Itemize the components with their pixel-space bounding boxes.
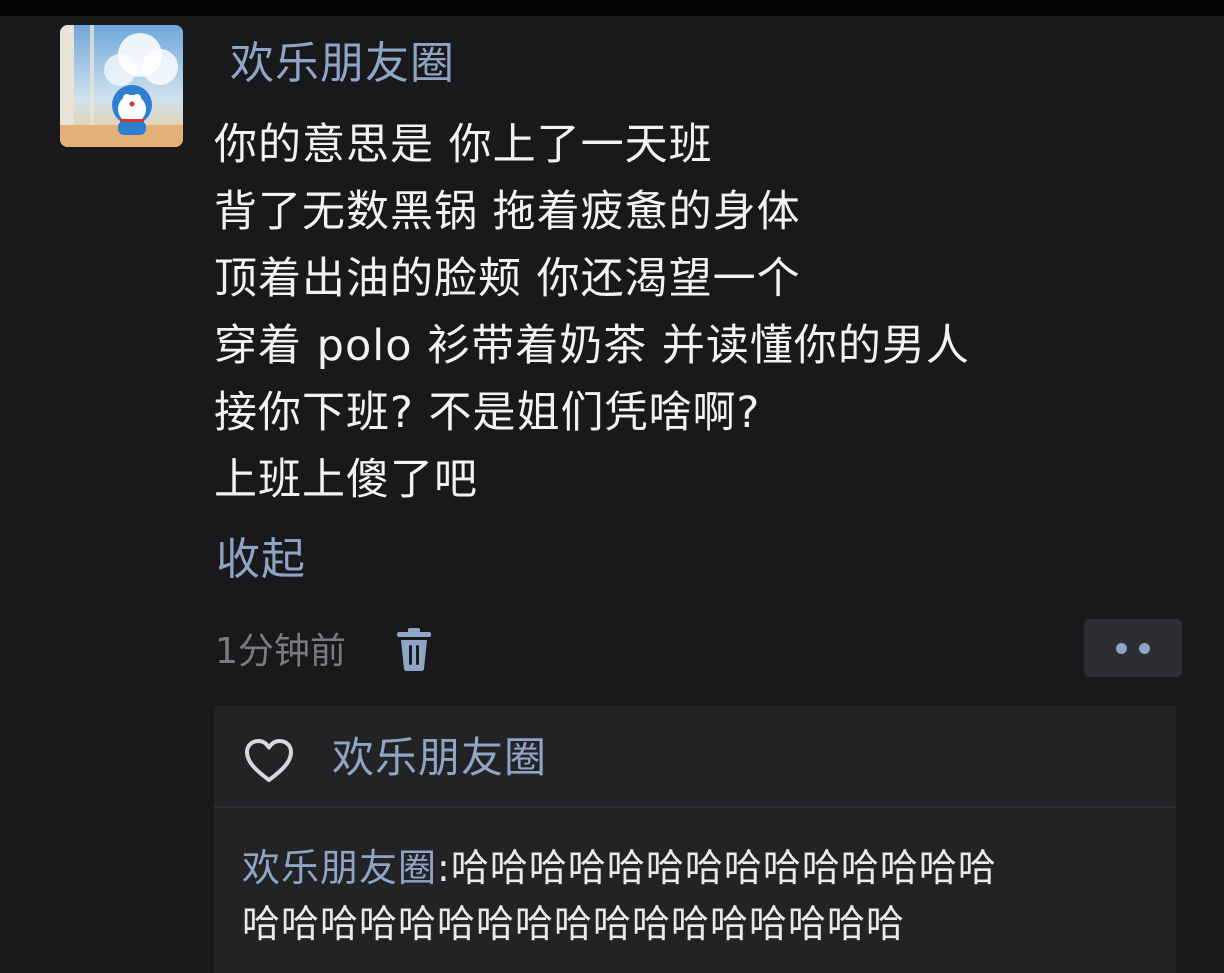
- heart-icon: [245, 739, 293, 782]
- comment-separator: :: [437, 846, 451, 890]
- comment-text-line: 哈哈哈哈哈哈哈哈哈哈哈哈哈哈: [450, 846, 997, 890]
- more-dots-icon: [1139, 643, 1150, 654]
- comment: 欢乐朋友圈:哈哈哈哈哈哈哈哈哈哈哈哈哈哈 哈哈哈哈哈哈哈哈哈哈哈哈哈哈哈哈哈: [242, 840, 1162, 952]
- comment-text-line: 哈哈哈哈哈哈哈哈哈哈哈哈哈哈哈哈哈: [242, 902, 906, 946]
- post-content-line: 上班上傻了吧: [214, 455, 478, 505]
- more-options-button[interactable]: [1084, 619, 1182, 677]
- post-content: 你的意思是 你上了一天班 背了无数黑锅 拖着疲惫的身体 顶着出油的脸颊 你还渴望…: [214, 112, 970, 514]
- post-content-line: 接你下班? 不是姐们凭啥啊?: [214, 388, 761, 438]
- post-content-line: 顶着出油的脸颊 你还渴望一个: [214, 254, 801, 304]
- divider: [214, 806, 1176, 808]
- status-bar-strip: [0, 0, 1224, 16]
- likes-row: 欢乐朋友圈: [214, 706, 1176, 806]
- doraemon-avatar-image: [60, 25, 183, 147]
- post-content-line: 你的意思是 你上了一天班: [214, 120, 713, 170]
- post-content-line: 背了无数黑锅 拖着疲惫的身体: [214, 187, 801, 237]
- post-timestamp: 1分钟前: [215, 631, 346, 672]
- avatar[interactable]: [60, 25, 183, 147]
- liker-name[interactable]: 欢乐朋友圈: [332, 728, 547, 788]
- more-dots-icon: [1116, 643, 1127, 654]
- collapse-link[interactable]: 收起: [216, 528, 306, 592]
- comment-author[interactable]: 欢乐朋友圈: [242, 846, 437, 890]
- post-content-line: 穿着 polo 衫带着奶茶 并读懂你的男人: [214, 321, 970, 371]
- post-author-name[interactable]: 欢乐朋友圈: [230, 34, 455, 94]
- interaction-panel: 欢乐朋友圈 欢乐朋友圈:哈哈哈哈哈哈哈哈哈哈哈哈哈哈 哈哈哈哈哈哈哈哈哈哈哈哈哈…: [214, 706, 1176, 973]
- trash-icon[interactable]: [393, 627, 435, 673]
